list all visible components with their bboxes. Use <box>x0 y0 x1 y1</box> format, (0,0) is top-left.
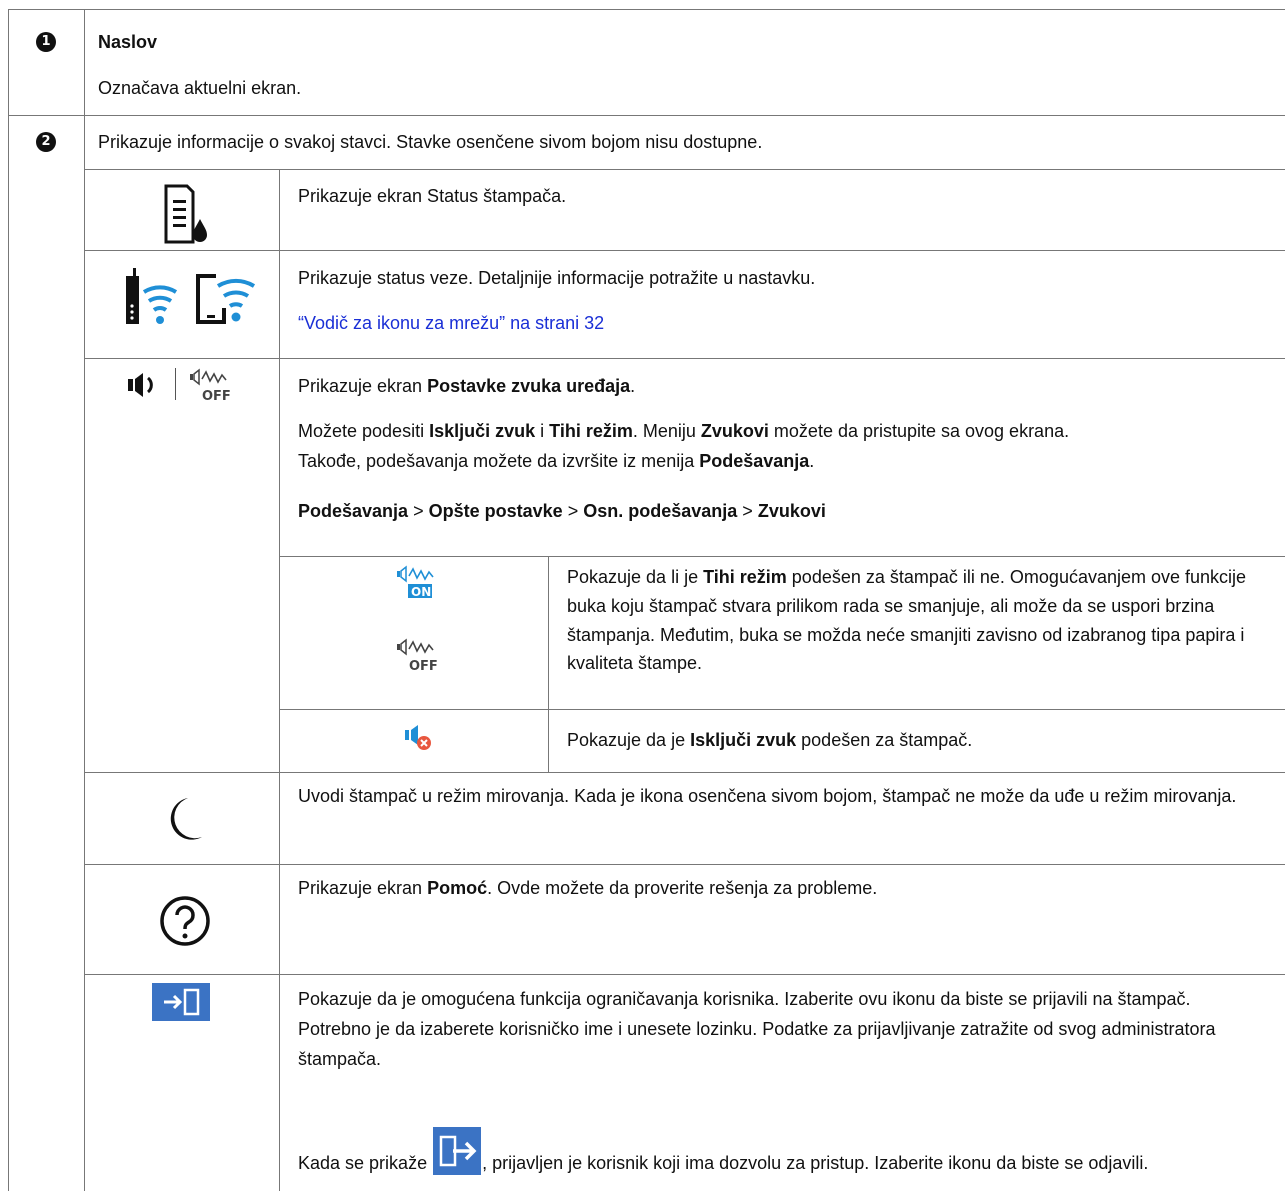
sound-menu-path: Podešavanja > Opšte postavke > Osn. pode… <box>298 496 826 526</box>
help-c: . Ovde možete da proverite rešenja za pr… <box>487 878 878 898</box>
sound-l2f: Zvukovi <box>700 421 769 441</box>
row-divider-3 <box>84 250 1285 251</box>
quiet-on-label: ON <box>411 585 431 599</box>
row-divider-2 <box>84 169 1285 170</box>
network-guide-link[interactable]: “Vodič za ikonu za mrežu” na strani 32 <box>298 308 604 338</box>
path-sep-3: > <box>742 501 753 521</box>
quiet-on-icon: ON <box>397 565 434 599</box>
sound-l3a: Takođe, podešavanja možete da izvršite i… <box>298 451 700 471</box>
path-1: Podešavanja <box>298 501 409 521</box>
nested-col-divider <box>548 556 549 772</box>
sound-l1c: . <box>630 376 636 396</box>
wifi-printer-icon <box>126 268 178 324</box>
sound-icon-separator <box>175 368 176 400</box>
row-divider-5 <box>84 772 1285 773</box>
table-top-border <box>8 9 1285 10</box>
icon-column-divider <box>279 169 280 1191</box>
sound-l3c: . <box>809 451 815 471</box>
login-icon <box>152 983 210 1021</box>
sound-l2a: Možete podesiti <box>298 421 430 441</box>
row-divider-1 <box>8 115 1285 116</box>
mute-b: Isključi zvuk <box>690 730 797 750</box>
sound-l2d: Tihi režim <box>549 421 633 441</box>
sound-line-1: Prikazuje ekran Postavke zvuka uređaja. <box>298 371 635 401</box>
sound-l2g: možete da pristupite sa ovog ekrana. <box>768 421 1070 441</box>
network-guide-link-text[interactable]: “Vodič za ikonu za mrežu” na strani 32 <box>298 313 604 333</box>
path-2: Opšte postavke <box>428 501 563 521</box>
help-a: Prikazuje ekran <box>298 878 428 898</box>
path-sep-2: > <box>567 501 579 521</box>
mute-text: Pokazuje da je Isključi zvuk podešen za … <box>567 725 972 755</box>
printer-ink-status-icon <box>164 184 207 244</box>
logout-icon <box>433 1127 482 1175</box>
sound-line-2: Možete podesiti Isključi zvuk i Tihi rež… <box>298 416 1069 446</box>
path-4: Zvukovi <box>757 501 826 521</box>
quiet-off-label: OFF <box>202 389 230 402</box>
path-sep-1: > <box>413 501 424 521</box>
mute-icon <box>405 725 431 750</box>
row2-intro: Prikazuje informacije o svakoj stavci. S… <box>98 132 763 152</box>
mute-c: podešen za štampač. <box>796 730 973 750</box>
row-divider-7 <box>84 974 1285 975</box>
help-question-icon <box>160 896 210 946</box>
logout-text: Kada se prikaže , prijavljen je korisnik… <box>298 1127 1258 1178</box>
sound-l1a: Prikazuje ekran <box>298 376 428 396</box>
row1-description: Označava aktuelni ekran. <box>98 78 302 98</box>
sound-line-3: Takođe, podešavanja možete da izvršite i… <box>298 446 814 476</box>
wifi-direct-device-icon <box>196 274 256 324</box>
number-column-divider <box>84 9 85 1191</box>
sleep-text: Uvodi štampač u režim mirovanja. Kada je… <box>298 786 1237 806</box>
callout-number-1: 1 <box>36 32 56 52</box>
printer-status-text: Prikazuje ekran Status štampača. <box>298 186 567 206</box>
sound-l3b: Podešavanja <box>699 451 810 471</box>
sound-l2b: Isključi zvuk <box>429 421 536 441</box>
callout-number-2: 2 <box>36 132 56 152</box>
sound-l2c: i <box>535 421 550 441</box>
nested-top-border <box>279 556 1285 557</box>
table-left-border <box>8 9 9 1191</box>
moon-sleep-icon <box>170 798 202 840</box>
path-3: Osn. podešavanja <box>583 501 738 521</box>
row-divider-4 <box>84 358 1285 359</box>
mute-a: Pokazuje da je <box>567 730 691 750</box>
sound-l1b: Postavke zvuka uređaja <box>427 376 631 396</box>
row1-title: Naslov <box>98 32 158 52</box>
quiet-off-label-nested: OFF <box>409 659 437 672</box>
login-text: Pokazuje da je omogućena funkcija ograni… <box>298 989 1216 1069</box>
sound-l2e: . Meniju <box>632 421 701 441</box>
logout-a: Kada se prikaže <box>298 1153 433 1173</box>
logout-b: , prijavljen je korisnik koji ima dozvol… <box>482 1153 1149 1173</box>
help-text: Prikazuje ekran Pomoć. Ovde možete da pr… <box>298 873 877 903</box>
network-text: Prikazuje status veze. Detaljnije inform… <box>298 268 816 288</box>
speaker-on-icon <box>128 373 153 397</box>
quiet-b: Tihi režim <box>703 567 787 587</box>
quiet-off-icon-nested: OFF <box>397 638 437 672</box>
help-b: Pomoć <box>427 878 488 898</box>
nested-row-divider <box>279 709 1285 710</box>
row-divider-6 <box>84 864 1285 865</box>
quiet-a: Pokazuje da li je <box>567 567 704 587</box>
quiet-off-icon: OFF <box>190 368 230 402</box>
quiet-mode-text: Pokazuje da li je Tihi režim podešen za … <box>567 563 1275 678</box>
